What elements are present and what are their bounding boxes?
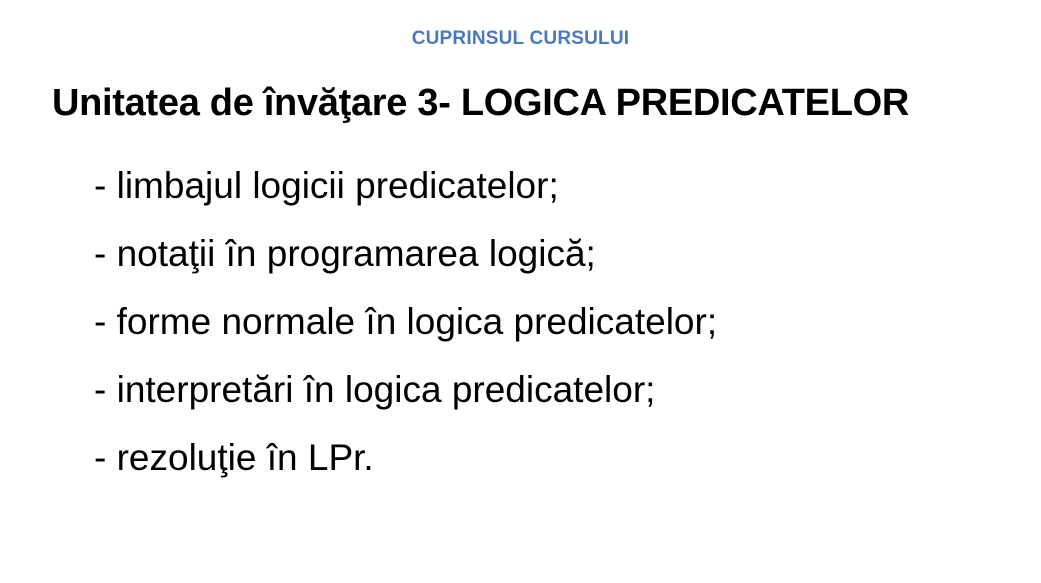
topic-item: - interpretări în logica predicatelor;	[94, 369, 656, 410]
course-contents-header: CUPRINSUL CURSULUI	[411, 28, 630, 49]
topic-item: - forme normale în logica predicatelor;	[94, 301, 718, 342]
unit-title: Unitatea de învăţare 3- LOGICA PREDICATE…	[52, 82, 910, 124]
topic-item: - notaţii în programarea logică;	[94, 233, 596, 274]
topic-list: - limbajul logicii predicatelor; - notaţ…	[94, 152, 717, 492]
topic-item: - rezoluţie în LPr.	[94, 437, 374, 478]
slide: CUPRINSUL CURSULUI Unitatea de învăţare …	[0, 0, 1041, 583]
topic-item: - limbajul logicii predicatelor;	[94, 165, 559, 206]
